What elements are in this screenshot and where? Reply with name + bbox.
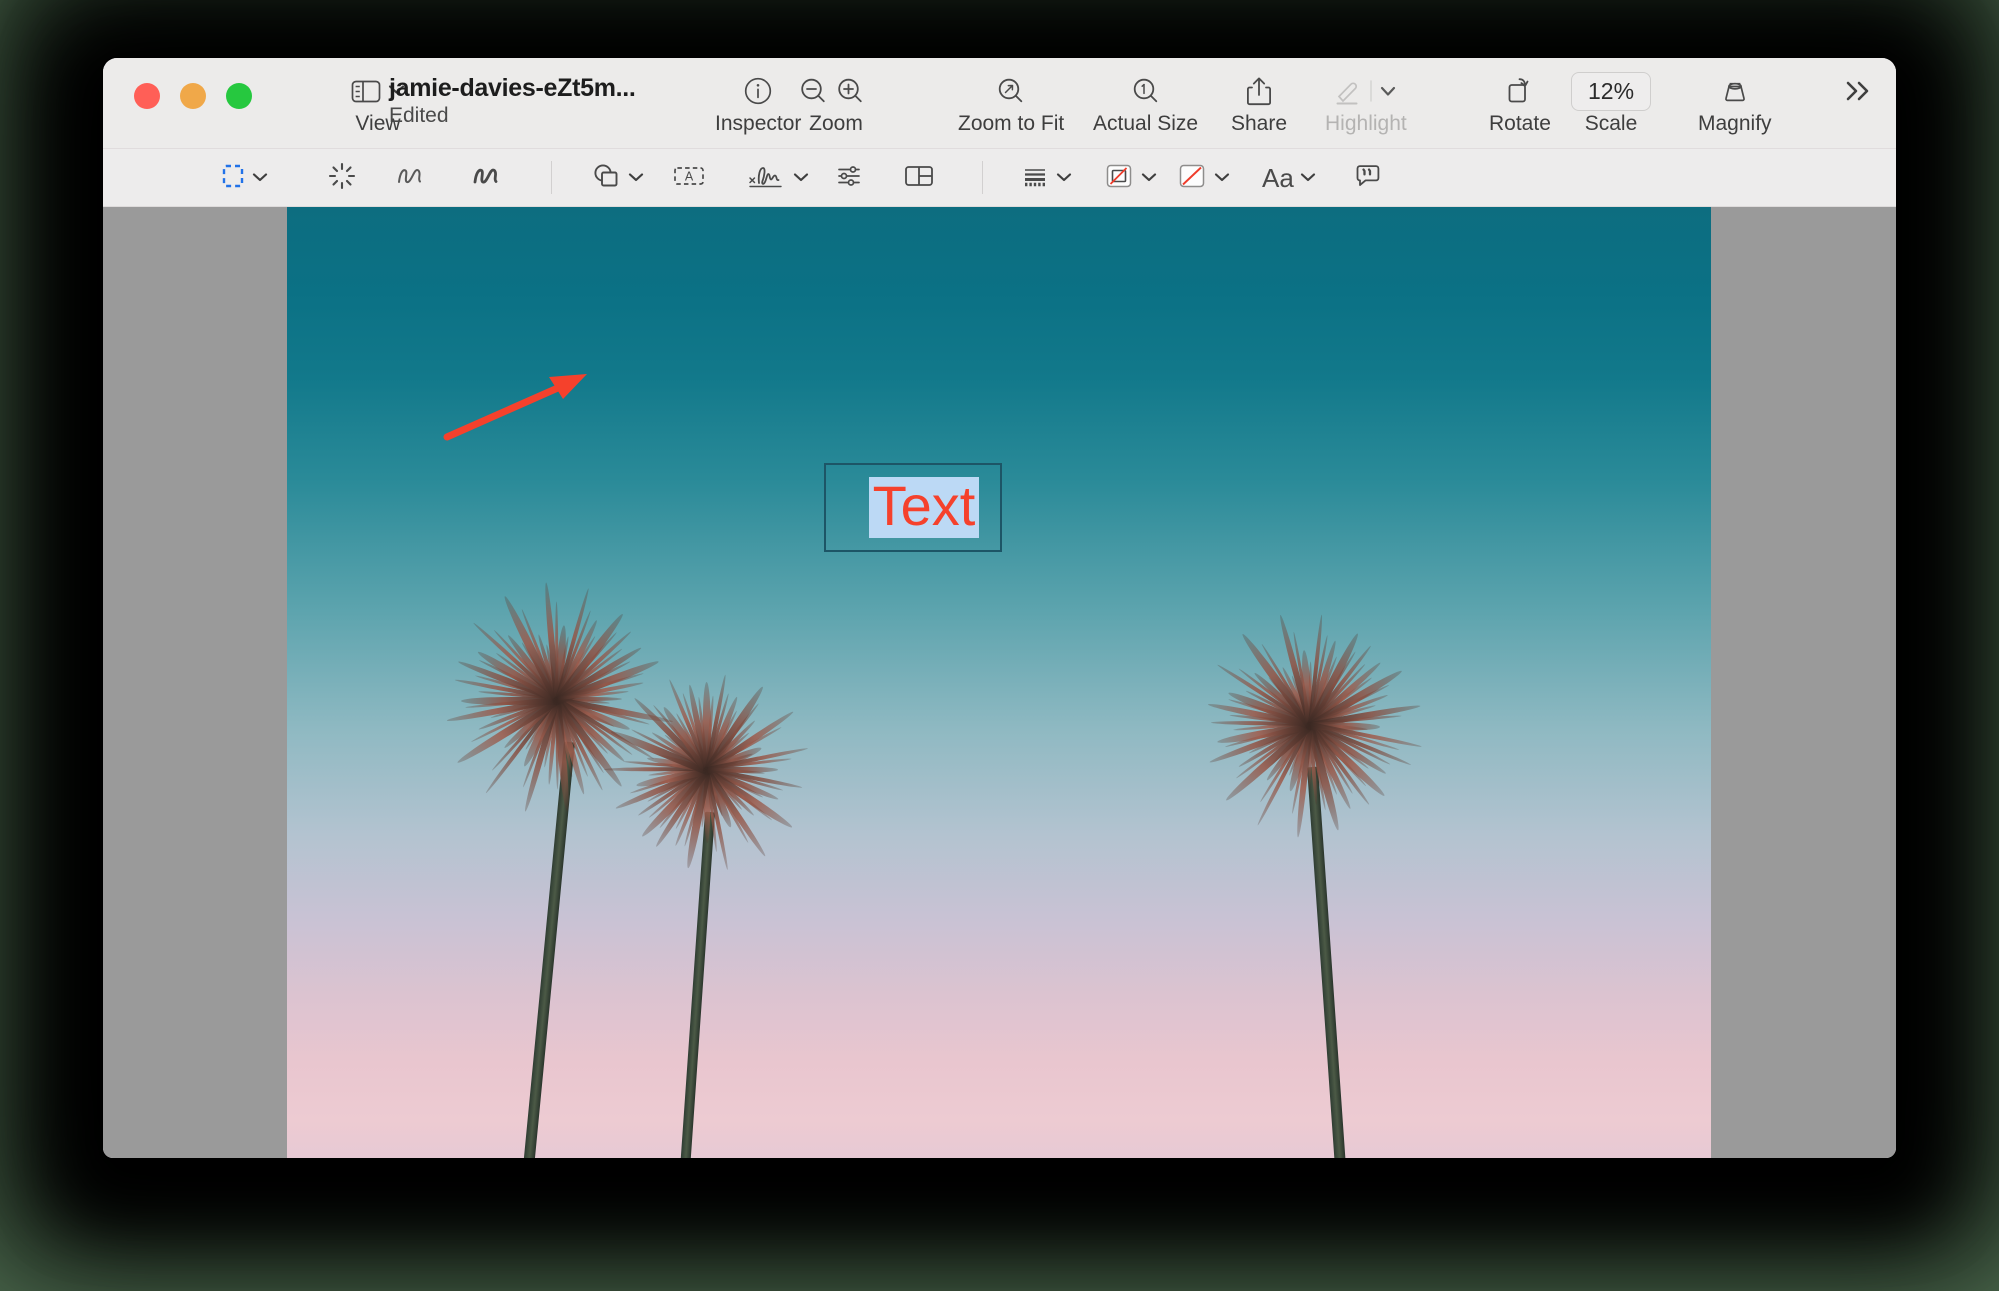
toolbar-label-zoom-to-fit: Zoom to Fit (958, 112, 1065, 135)
adjust-color-icon (833, 161, 865, 196)
signature-icon (745, 161, 787, 196)
toolbar-label-share: Share (1231, 112, 1288, 135)
svg-text:A: A (685, 169, 694, 183)
markup-tool-signature[interactable] (745, 149, 809, 207)
toolbar-label-actual-size: Actual Size (1093, 112, 1199, 135)
window-titlebar: View jamie-davies-eZt5m... Edited Inspec… (103, 58, 1896, 149)
markup-tool-text-style[interactable]: Aa (1262, 149, 1316, 207)
document-title: jamie-davies-eZt5m... (389, 74, 636, 102)
markup-tool-sketch[interactable] (393, 149, 427, 207)
palm-trunk (1307, 766, 1360, 1158)
traffic-light-group (134, 83, 252, 109)
zoom-fit-icon (995, 72, 1027, 110)
markup-divider-1 (551, 161, 552, 194)
border-color-icon (1103, 161, 1135, 196)
chevron-down-icon (252, 169, 268, 187)
info-circle-icon (743, 72, 773, 110)
scale-value[interactable]: 12% (1571, 71, 1652, 111)
text-style-label: Aa (1262, 162, 1294, 193)
toolbar-label-rotate: Rotate (1489, 112, 1551, 135)
fill-color-icon (1176, 161, 1208, 196)
text-selection-highlight: Text (868, 474, 980, 538)
markup-divider-2 (982, 161, 983, 194)
close-button[interactable] (134, 83, 160, 109)
speech-bubble-icon (1353, 162, 1383, 195)
scale-value-field[interactable]: 12% (1571, 71, 1652, 111)
chevron-down-icon (628, 169, 644, 187)
toolbar-item-scale[interactable]: 12% Scale (1571, 71, 1652, 136)
toolbar-label-zoom: Zoom (809, 112, 863, 135)
markup-tool-selection[interactable] (220, 149, 268, 207)
chevron-down-icon (1056, 169, 1072, 187)
toolbar-item-more[interactable] (1842, 72, 1876, 112)
chevron-double-right-icon (1842, 72, 1876, 110)
draw-icon (469, 161, 503, 196)
markup-tool-border-color[interactable] (1103, 149, 1157, 207)
markup-tool-text[interactable]: A (672, 149, 706, 207)
toolbar-item-magnify[interactable]: Magnify (1698, 72, 1772, 136)
toolbar-item-rotate[interactable]: Rotate (1489, 72, 1551, 136)
rotate-icon (1505, 72, 1535, 110)
markup-tool-fill-color[interactable] (1176, 149, 1230, 207)
toolbar-label-inspector: Inspector (715, 112, 802, 135)
toolbar-item-zoom[interactable]: Zoom (798, 72, 874, 136)
markup-tool-draw[interactable] (469, 149, 503, 207)
document-canvas[interactable]: Text (103, 207, 1896, 1158)
preview-window: View jamie-davies-eZt5m... Edited Inspec… (103, 58, 1896, 1158)
border-style-icon (1020, 162, 1050, 195)
markup-toolbar: A Aa (103, 149, 1896, 207)
toolbar-item-highlight[interactable]: Highlight (1325, 72, 1407, 136)
toolbar-item-zoom-to-fit[interactable]: Zoom to Fit (958, 72, 1064, 136)
document-image[interactable]: Text (287, 207, 1711, 1158)
chevron-down-icon (1300, 169, 1316, 187)
text-box-icon: A (672, 162, 706, 195)
share-icon (1246, 72, 1272, 110)
markup-tool-border-style[interactable] (1020, 149, 1072, 207)
minimize-button[interactable] (180, 83, 206, 109)
chevron-down-icon (1214, 169, 1230, 187)
chevron-down-icon (1141, 169, 1157, 187)
toolbar-item-inspector[interactable]: Inspector (715, 72, 801, 136)
shapes-icon (590, 161, 622, 196)
toolbar-label-scale: Scale (1584, 112, 1638, 135)
chevron-down-icon (793, 169, 809, 187)
markup-tool-adjust-color[interactable] (833, 149, 865, 207)
toolbar-item-share[interactable]: Share (1231, 72, 1287, 136)
actual-size-icon (1130, 72, 1162, 110)
text-box-annotation[interactable]: Text (824, 463, 1002, 552)
toolbar-label-magnify: Magnify (1698, 112, 1772, 135)
rectangular-selection-icon (220, 162, 246, 195)
markup-tool-annotate[interactable] (1353, 149, 1383, 207)
palm-tree-middle (587, 674, 827, 1158)
zoom-out-in-icon (798, 72, 874, 110)
sketch-icon (393, 161, 427, 196)
markup-tool-adjust-size[interactable] (902, 149, 936, 207)
instant-alpha-icon (327, 161, 357, 196)
adjust-size-icon (902, 162, 936, 195)
document-status: Edited (389, 104, 449, 127)
toolbar-item-actual-size[interactable]: Actual Size (1093, 72, 1198, 136)
markup-tool-instant-alpha[interactable] (327, 149, 357, 207)
maximize-button[interactable] (226, 83, 252, 109)
text-box-value: Text (872, 474, 976, 537)
document-title-block[interactable]: jamie-davies-eZt5m... Edited (389, 74, 636, 128)
markup-tool-shapes[interactable] (590, 149, 644, 207)
highlighter-icon (1331, 72, 1401, 110)
magnify-loupe-icon (1720, 72, 1750, 110)
palm-tree-right (1177, 614, 1442, 1158)
toolbar-label-highlight: Highlight (1325, 112, 1407, 135)
